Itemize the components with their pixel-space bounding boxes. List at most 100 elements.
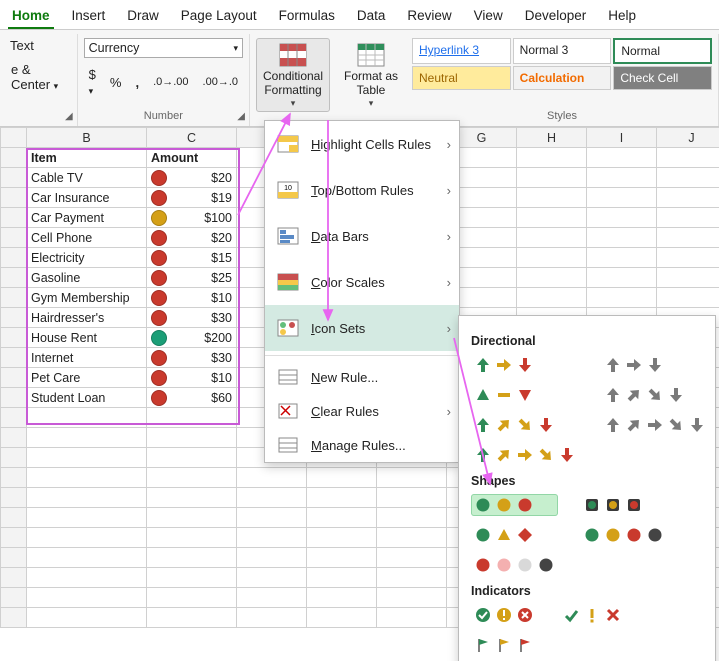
iconset-3-symbols-circled[interactable]: [471, 604, 537, 626]
row-header-15[interactable]: [1, 428, 27, 448]
style-swatch-1[interactable]: Normal 3: [513, 38, 612, 64]
cell-D21[interactable]: [237, 548, 307, 568]
cell-D17[interactable]: [237, 468, 307, 488]
cell-C9[interactable]: $30: [147, 308, 237, 328]
cell-C20[interactable]: [147, 528, 237, 548]
cell-B21[interactable]: [27, 548, 147, 568]
number-format-combo[interactable]: Currency▾: [84, 38, 243, 58]
format-as-table-button[interactable]: Format as Table: [334, 38, 408, 112]
cell-H3[interactable]: [517, 188, 587, 208]
menu-item-icon-sets[interactable]: Icon Sets›: [265, 305, 459, 351]
cell-C6[interactable]: $15: [147, 248, 237, 268]
comma-style-button[interactable]: ,: [130, 72, 144, 93]
cell-C7[interactable]: $25: [147, 268, 237, 288]
cell-D19[interactable]: [237, 508, 307, 528]
cell-F18[interactable]: [377, 488, 447, 508]
row-header-3[interactable]: [1, 188, 27, 208]
cell-D24[interactable]: [237, 608, 307, 628]
cell-C1[interactable]: Amount: [147, 148, 237, 168]
row-header-24[interactable]: [1, 608, 27, 628]
cell-B22[interactable]: [27, 568, 147, 588]
iconset-4-red-to-black[interactable]: [471, 554, 558, 576]
cell-C24[interactable]: [147, 608, 237, 628]
cell-B11[interactable]: Internet: [27, 348, 147, 368]
row-header-22[interactable]: [1, 568, 27, 588]
cell-F22[interactable]: [377, 568, 447, 588]
cell-C19[interactable]: [147, 508, 237, 528]
cell-B20[interactable]: [27, 528, 147, 548]
cell-J6[interactable]: [657, 248, 719, 268]
cell-C16[interactable]: [147, 448, 237, 468]
menu-item-data-bars[interactable]: Data Bars›: [265, 213, 459, 259]
cell-E19[interactable]: [307, 508, 377, 528]
iconset-3-signs[interactable]: [471, 524, 558, 546]
menu-item-highlight-cells-rules[interactable]: Highlight Cells Rules›: [265, 121, 459, 167]
row-header-2[interactable]: [1, 168, 27, 188]
cell-F24[interactable]: [377, 608, 447, 628]
decrease-decimal-button[interactable]: .00→.0: [198, 73, 243, 91]
style-swatch-0[interactable]: Hyperlink 3: [412, 38, 511, 64]
row-header-20[interactable]: [1, 528, 27, 548]
col-header-C[interactable]: C: [147, 128, 237, 148]
cell-B14[interactable]: [27, 408, 147, 428]
cell-J1[interactable]: [657, 148, 719, 168]
cell-B9[interactable]: Hairdresser's: [27, 308, 147, 328]
accounting-format-button[interactable]: $ ▾: [84, 64, 101, 100]
row-header-4[interactable]: [1, 208, 27, 228]
cell-B23[interactable]: [27, 588, 147, 608]
row-header-23[interactable]: [1, 588, 27, 608]
cell-I3[interactable]: [587, 188, 657, 208]
cell-B13[interactable]: Student Loan: [27, 388, 147, 408]
cell-J5[interactable]: [657, 228, 719, 248]
cell-D22[interactable]: [237, 568, 307, 588]
tab-page-layout[interactable]: Page Layout: [177, 4, 261, 29]
cell-C14[interactable]: [147, 408, 237, 428]
cell-B15[interactable]: [27, 428, 147, 448]
row-header-11[interactable]: [1, 348, 27, 368]
tab-formulas[interactable]: Formulas: [275, 4, 339, 29]
cell-D23[interactable]: [237, 588, 307, 608]
cell-B12[interactable]: Pet Care: [27, 368, 147, 388]
cell-H6[interactable]: [517, 248, 587, 268]
cell-J4[interactable]: [657, 208, 719, 228]
cell-F20[interactable]: [377, 528, 447, 548]
merge-center-button[interactable]: e & Center ▾: [6, 59, 71, 95]
number-dialog-launcher-icon[interactable]: ◢: [237, 111, 245, 122]
iconset-3arrows-gray[interactable]: [601, 354, 709, 376]
cell-E23[interactable]: [307, 588, 377, 608]
cell-B1[interactable]: Item: [27, 148, 147, 168]
style-swatch-4[interactable]: Calculation: [513, 66, 612, 90]
menu-item-new-rule...[interactable]: New Rule...: [265, 360, 459, 394]
cell-B24[interactable]: [27, 608, 147, 628]
menu-item-color-scales[interactable]: Color Scales›: [265, 259, 459, 305]
iconset-3triangles[interactable]: [471, 384, 579, 406]
cell-J8[interactable]: [657, 288, 719, 308]
col-header-J[interactable]: J: [657, 128, 719, 148]
cell-B7[interactable]: Gasoline: [27, 268, 147, 288]
corner-cell[interactable]: [1, 128, 27, 148]
cell-C22[interactable]: [147, 568, 237, 588]
cell-C2[interactable]: $20: [147, 168, 237, 188]
row-header-18[interactable]: [1, 488, 27, 508]
cell-F19[interactable]: [377, 508, 447, 528]
cell-B6[interactable]: Electricity: [27, 248, 147, 268]
row-header-10[interactable]: [1, 328, 27, 348]
style-swatch-3[interactable]: Neutral: [412, 66, 511, 90]
style-swatch-2[interactable]: Normal: [613, 38, 712, 64]
percent-button[interactable]: %: [105, 72, 127, 93]
iconset-3arrows-colored[interactable]: [471, 354, 579, 376]
row-header-16[interactable]: [1, 448, 27, 468]
cell-B2[interactable]: Cable TV: [27, 168, 147, 188]
cell-B8[interactable]: Gym Membership: [27, 288, 147, 308]
cell-H1[interactable]: [517, 148, 587, 168]
cell-E22[interactable]: [307, 568, 377, 588]
cell-F17[interactable]: [377, 468, 447, 488]
row-header-13[interactable]: [1, 388, 27, 408]
cell-D20[interactable]: [237, 528, 307, 548]
style-swatch-5[interactable]: Check Cell: [613, 66, 712, 90]
tab-review[interactable]: Review: [403, 4, 455, 29]
iconset-4arrows-gray[interactable]: [601, 384, 709, 406]
row-header-6[interactable]: [1, 248, 27, 268]
cell-B18[interactable]: [27, 488, 147, 508]
menu-item-top-bottom-rules[interactable]: 10Top/Bottom Rules›: [265, 167, 459, 213]
